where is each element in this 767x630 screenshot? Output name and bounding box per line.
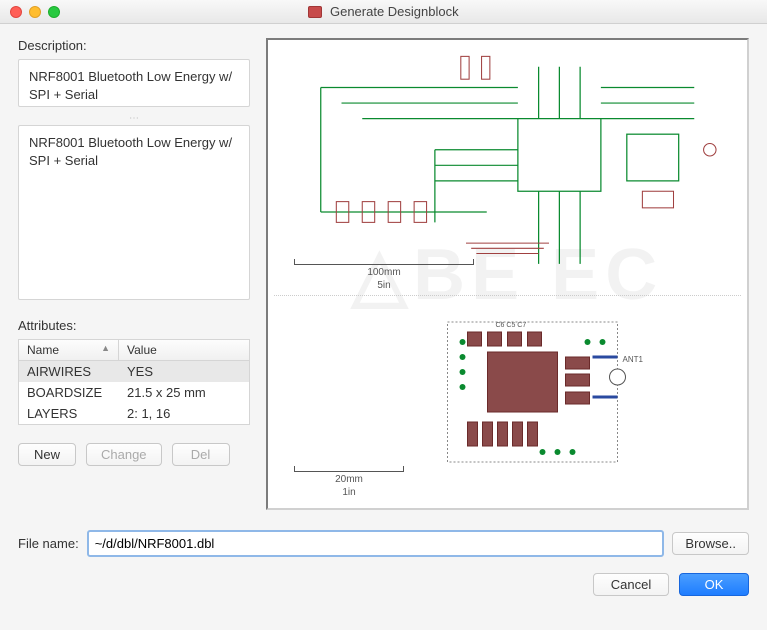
change-button[interactable]: Change (86, 443, 162, 466)
attr-value: YES (119, 361, 249, 382)
pcb-ruler-mm: 20mm (335, 474, 363, 485)
table-row[interactable]: LAYERS 2: 1, 16 (19, 403, 249, 424)
col-value: Value (119, 340, 249, 360)
schem-ruler-mm: 100mm (367, 267, 400, 278)
attr-value: 21.5 x 25 mm (119, 382, 249, 403)
schematic-preview: 100mm 5in (274, 46, 741, 296)
splitter-icon[interactable]: ⋯ (18, 115, 250, 125)
table-row[interactable]: BOARDSIZE 21.5 x 25 mm (19, 382, 249, 403)
sort-asc-icon: ▲ (101, 343, 110, 353)
description-label: Description: (18, 38, 250, 53)
del-button[interactable]: Del (172, 443, 230, 466)
svg-text:ANT1: ANT1 (623, 355, 644, 364)
preview-pane: △BE EC (266, 38, 749, 510)
filename-input[interactable] (87, 530, 665, 557)
window-title-text: Generate Designblock (330, 4, 459, 19)
browse-button[interactable]: Browse.. (672, 532, 749, 555)
svg-text:C6 C5 C7: C6 C5 C7 (496, 322, 527, 329)
new-button[interactable]: New (18, 443, 76, 466)
pcb-ruler-in: 1in (342, 487, 355, 498)
attr-value: 2: 1, 16 (119, 403, 249, 424)
schem-ruler-in: 5in (377, 280, 390, 291)
attr-name: AIRWIRES (19, 361, 119, 382)
pcb-preview: ANT1 C6 C5 C7 20mm 1in (274, 302, 741, 502)
titlebar: Generate Designblock (0, 0, 767, 24)
window-title: Generate Designblock (0, 4, 767, 19)
description-long[interactable]: NRF8001 Bluetooth Low Energy w/ SPI + Se… (18, 125, 250, 300)
attributes-header[interactable]: Name ▲ Value (19, 340, 249, 361)
attributes-table: Name ▲ Value AIRWIRES YES BOARDSIZE 21.5 … (18, 339, 250, 425)
table-row[interactable]: AIRWIRES YES (19, 361, 249, 382)
attr-name: BOARDSIZE (19, 382, 119, 403)
app-icon (308, 6, 322, 18)
attr-name: LAYERS (19, 403, 119, 424)
cancel-button[interactable]: Cancel (593, 573, 669, 596)
ok-button[interactable]: OK (679, 573, 749, 596)
description-short[interactable]: NRF8001 Bluetooth Low Energy w/ SPI + Se… (18, 59, 250, 107)
attributes-label: Attributes: (18, 318, 250, 333)
col-name: Name (27, 343, 59, 357)
filename-label: File name: (18, 536, 79, 551)
